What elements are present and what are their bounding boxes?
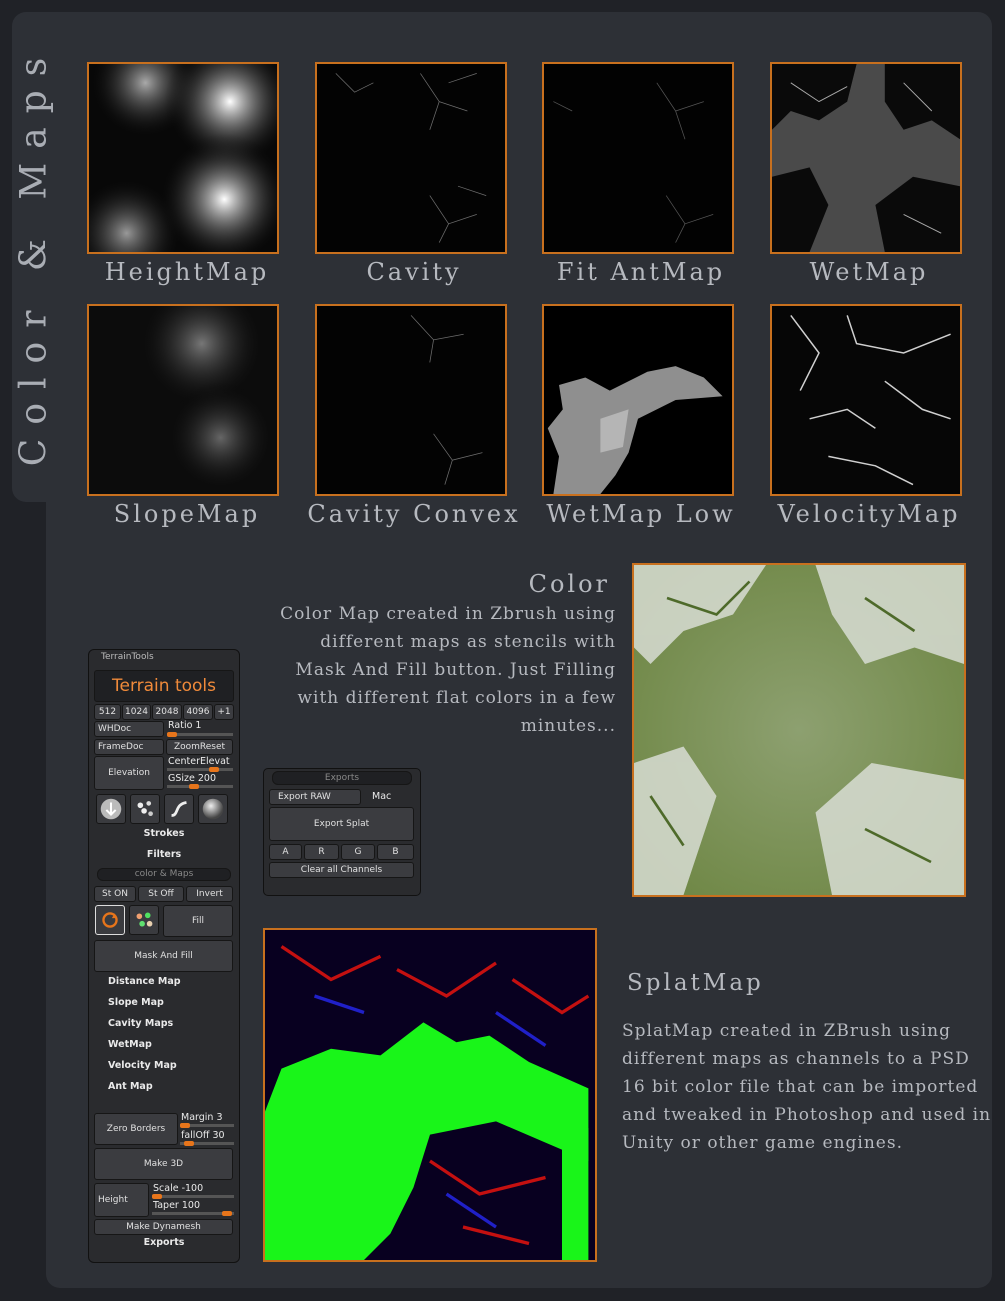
ratio-label: Ratio 1	[168, 720, 202, 731]
st-off-button[interactable]: St Off	[138, 886, 184, 902]
scale-slider[interactable]	[152, 1194, 234, 1199]
scale-label: Scale -100	[153, 1183, 204, 1194]
terrain-tools-panel: TerrainTools Terrain tools 512 1024 2048…	[88, 649, 240, 1263]
falloff-slider[interactable]	[180, 1141, 234, 1146]
splatmap-image	[263, 928, 597, 1262]
channel-r-button[interactable]: R	[304, 844, 339, 860]
slopemap-label: SlopeMap	[113, 500, 261, 528]
wetmap-label: WetMap	[809, 258, 929, 286]
curve-stroke-icon[interactable]	[164, 794, 194, 824]
make-dynamesh-button[interactable]: Make Dynamesh	[94, 1219, 233, 1235]
exports-panel: Exports Export RAW Mac Export Splat A R …	[263, 768, 421, 896]
wetmap-low-label: WetMap Low	[546, 500, 736, 528]
velocity-map-item[interactable]: Velocity Map	[108, 1060, 177, 1071]
rotate-stroke-icon[interactable]	[95, 905, 125, 935]
centerelevat-label: CenterElevat	[168, 756, 230, 767]
mac-label[interactable]: Mac	[372, 791, 391, 802]
filters-label[interactable]: Filters	[89, 849, 239, 860]
size-1024-button[interactable]: 1024	[122, 704, 151, 720]
arrow-brush-icon[interactable]	[96, 794, 126, 824]
velocitymap-image	[770, 304, 962, 496]
ratio-slider[interactable]	[167, 732, 233, 737]
dots-stroke-icon[interactable]	[130, 794, 160, 824]
fit-antmap-image	[542, 62, 734, 254]
terrain-tools-button[interactable]: Terrain tools	[94, 670, 234, 702]
exports-header: Exports	[272, 771, 412, 785]
st-on-button[interactable]: St ON	[94, 886, 136, 902]
falloff-label: fallOff 30	[181, 1130, 225, 1141]
framedoc-button[interactable]: FrameDoc	[94, 739, 164, 755]
heightmap-label: HeightMap	[104, 258, 270, 286]
channel-g-button[interactable]: G	[341, 844, 375, 860]
wetmap-item[interactable]: WetMap	[108, 1039, 152, 1050]
wetmap-image	[770, 62, 962, 254]
export-raw-button[interactable]: Export RAW	[269, 789, 361, 805]
color-map-image	[632, 563, 966, 897]
centerelevat-slider[interactable]	[167, 767, 233, 772]
cavity-maps-item[interactable]: Cavity Maps	[108, 1018, 173, 1029]
mask-and-fill-button[interactable]: Mask And Fill	[94, 940, 233, 972]
size-512-button[interactable]: 512	[94, 704, 121, 720]
wetmap-low-image	[542, 304, 734, 496]
strokes-label[interactable]: Strokes	[89, 828, 239, 839]
heightmap-image	[87, 62, 279, 254]
size-2048-button[interactable]: 2048	[152, 704, 182, 720]
side-title: Color & Maps	[13, 43, 55, 467]
cavity-label: Cavity	[366, 258, 462, 286]
velocitymap-label: VelocityMap	[777, 500, 961, 528]
exports-label[interactable]: Exports	[89, 1237, 239, 1248]
margin-slider[interactable]	[180, 1123, 234, 1128]
taper-slider[interactable]	[152, 1211, 234, 1216]
cavity-image	[315, 62, 507, 254]
height-button[interactable]: Height	[94, 1183, 149, 1217]
zero-borders-button[interactable]: Zero Borders	[94, 1113, 178, 1145]
splatmap-title: SplatMap	[627, 970, 764, 996]
terrain-tools-header: TerrainTools	[101, 652, 154, 662]
clear-all-channels-button[interactable]: Clear all Channels	[269, 862, 414, 878]
margin-label: Margin 3	[181, 1112, 223, 1123]
cavity-convex-image	[315, 304, 507, 496]
size-4096-button[interactable]: 4096	[183, 704, 213, 720]
color-description: Color Map created in Zbrush using differ…	[280, 604, 616, 736]
whdoc-button[interactable]: WHDoc	[94, 721, 164, 737]
fit-antmap-label: Fit AntMap	[556, 258, 726, 286]
sphere-alpha-icon[interactable]	[198, 794, 228, 824]
size-plus1-button[interactable]: +1	[214, 704, 234, 720]
channel-b-button[interactable]: B	[377, 844, 414, 860]
color-maps-header: color & Maps	[97, 868, 231, 881]
distance-map-item[interactable]: Distance Map	[108, 976, 181, 987]
cavity-convex-label: Cavity Convex	[307, 500, 521, 528]
channel-a-button[interactable]: A	[269, 844, 302, 860]
elevation-button[interactable]: Elevation	[94, 756, 164, 790]
gsize-slider[interactable]	[167, 784, 233, 789]
make-3d-button[interactable]: Make 3D	[94, 1148, 233, 1180]
taper-label: Taper 100	[153, 1200, 200, 1211]
slopemap-image	[87, 304, 279, 496]
color-title: Color	[528, 570, 610, 598]
ant-map-item[interactable]: Ant Map	[108, 1081, 153, 1092]
color-dots-icon[interactable]	[129, 905, 159, 935]
zoomreset-button[interactable]: ZoomReset	[166, 739, 233, 755]
export-splat-button[interactable]: Export Splat	[269, 807, 414, 841]
slope-map-item[interactable]: Slope Map	[108, 997, 164, 1008]
gsize-label: GSize 200	[168, 773, 217, 784]
invert-button[interactable]: Invert	[186, 886, 233, 902]
splatmap-description: SplatMap created in ZBrush using differe…	[622, 1021, 992, 1153]
fill-button[interactable]: Fill	[163, 905, 233, 937]
